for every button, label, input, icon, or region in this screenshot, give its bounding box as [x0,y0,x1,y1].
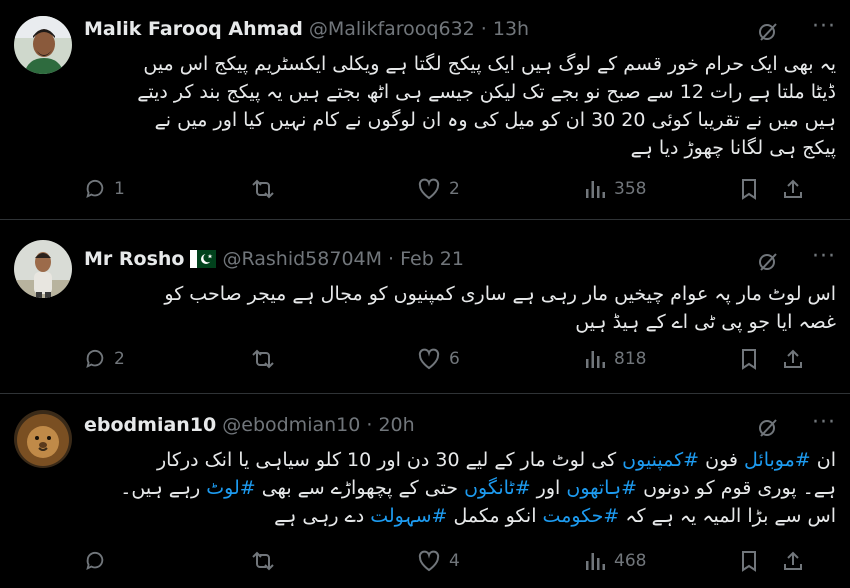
text-line: ہے۔ پوری قوم کو دونوں #ہاتھوں اور #ٹانگو… [120,477,836,499]
share-button[interactable] [782,550,804,572]
reply-button[interactable]: 2 [84,348,125,370]
views-button[interactable]: 358 [584,178,646,200]
grok-icon[interactable] [756,250,780,278]
grok-icon[interactable] [756,416,780,444]
hashtag-link[interactable]: #حکومت [543,505,620,527]
views-count: 818 [614,349,647,369]
like-button[interactable]: 4 [417,550,460,572]
author-name[interactable]: Malik Farooq Ahmad [84,18,303,40]
views-button[interactable]: 818 [584,348,646,370]
views-icon [586,351,605,368]
author-handle-and-time[interactable]: @Malikfarooq632 · 13h [309,18,529,40]
reply-count: 2 [114,349,125,369]
avatar[interactable] [14,240,72,298]
more-options-icon[interactable]: ··· [812,410,836,435]
repost-button[interactable] [250,550,284,572]
share-icon [784,551,802,570]
action-bar: 4 468 [84,550,836,580]
bookmark-icon [742,551,756,572]
views-icon [586,553,605,570]
reply-count: 1 [114,179,125,199]
text-line: اس لوٹ مار پہ عوام چیخیں مار رہی ہے ساری… [164,283,836,305]
tweet-text: ان #موبائل فون #کمپنیوں کی لوٹ مار کے لی… [84,446,836,530]
like-count: 6 [449,349,460,369]
repost-icon [252,179,274,199]
like-count: 4 [449,551,460,571]
repost-icon [252,551,274,571]
hashtag-link[interactable]: #ٹانگوں [464,477,531,499]
author-name[interactable]: ebodmian10 [84,414,216,436]
share-button[interactable] [782,178,804,200]
hashtag-link[interactable]: #موبائل [744,449,811,471]
repost-icon [252,349,274,369]
hashtag-link[interactable]: #ہاتھوں [566,477,637,499]
bookmark-button[interactable] [739,178,759,200]
reply-icon [86,179,104,199]
more-options-icon[interactable]: ··· [812,244,836,269]
like-button[interactable]: 2 [417,178,460,200]
bookmark-button[interactable] [739,550,759,572]
avatar[interactable] [14,410,72,468]
tweet-1[interactable]: Malik Farooq Ahmad @Malikfarooq632 · 13h… [0,0,850,220]
hashtag-link[interactable]: #کمپنیوں [622,449,699,471]
like-count: 2 [449,179,460,199]
text-line: پیکج ہی لگانا چھوڑ دیا ہے [630,137,836,159]
bookmark-icon [742,349,756,370]
grok-icon[interactable] [756,20,780,48]
like-button[interactable]: 6 [417,348,460,370]
hashtag-link[interactable]: #سہولت [370,505,447,527]
share-icon [784,179,802,198]
text-line: ان #موبائل فون #کمپنیوں کی لوٹ مار کے لی… [156,449,836,471]
author-handle-and-time[interactable]: @Rashid58704M · Feb 21 [222,248,464,270]
bookmark-button[interactable] [739,348,759,370]
heart-icon [418,348,440,370]
text-line: غصہ ایا جو پی ٹی اے کے ہیڈ ہیں [575,311,836,333]
reply-icon [86,349,104,369]
views-button[interactable]: 468 [584,550,646,572]
pakistan-flag-icon [190,250,217,268]
heart-icon [418,178,440,200]
views-count: 468 [614,551,647,571]
more-options-icon[interactable]: ··· [812,14,836,39]
repost-button[interactable] [250,348,284,370]
share-button[interactable] [782,348,804,370]
reply-button[interactable]: 1 [84,178,125,200]
heart-icon [418,550,440,572]
reply-button[interactable] [84,550,114,572]
text-line: اس سے بڑا المیہ یہ ہے کہ #حکومت انکو مکم… [274,505,836,527]
tweet-2[interactable]: Mr Rosho @Rashid58704M · Feb 21 ··· اس ل… [0,220,850,394]
author-name[interactable]: Mr Rosho [84,248,184,270]
views-count: 358 [614,179,647,199]
author-handle-and-time[interactable]: @ebodmian10 · 20h [222,414,414,436]
hashtag-link[interactable]: #لوٹ [206,477,255,499]
tweet-text: اس لوٹ مار پہ عوام چیخیں مار رہی ہے ساری… [84,280,836,336]
views-icon [586,181,605,198]
bookmark-icon [742,179,756,200]
reply-icon [86,551,104,571]
action-bar: 1 2 358 [84,178,836,208]
text-line: یہ بھی ایک حرام خور قسم کے لوگ ہیں ایک پ… [143,53,836,75]
tweet-text: یہ بھی ایک حرام خور قسم کے لوگ ہیں ایک پ… [84,50,836,162]
text-line: ہیں میں نے تقریبا کوئی 20 30 ان کو میل ک… [154,109,836,131]
text-line: ڈیٹا ملتا ہے رات 12 سے صبح نو بجے تک لیک… [137,81,836,103]
share-icon [784,349,802,368]
repost-button[interactable] [250,178,284,200]
tweet-3[interactable]: ebodmian10 @ebodmian10 · 20h ··· ان #موب… [0,394,850,588]
action-bar: 2 6 818 [84,348,836,378]
avatar[interactable] [14,16,72,74]
